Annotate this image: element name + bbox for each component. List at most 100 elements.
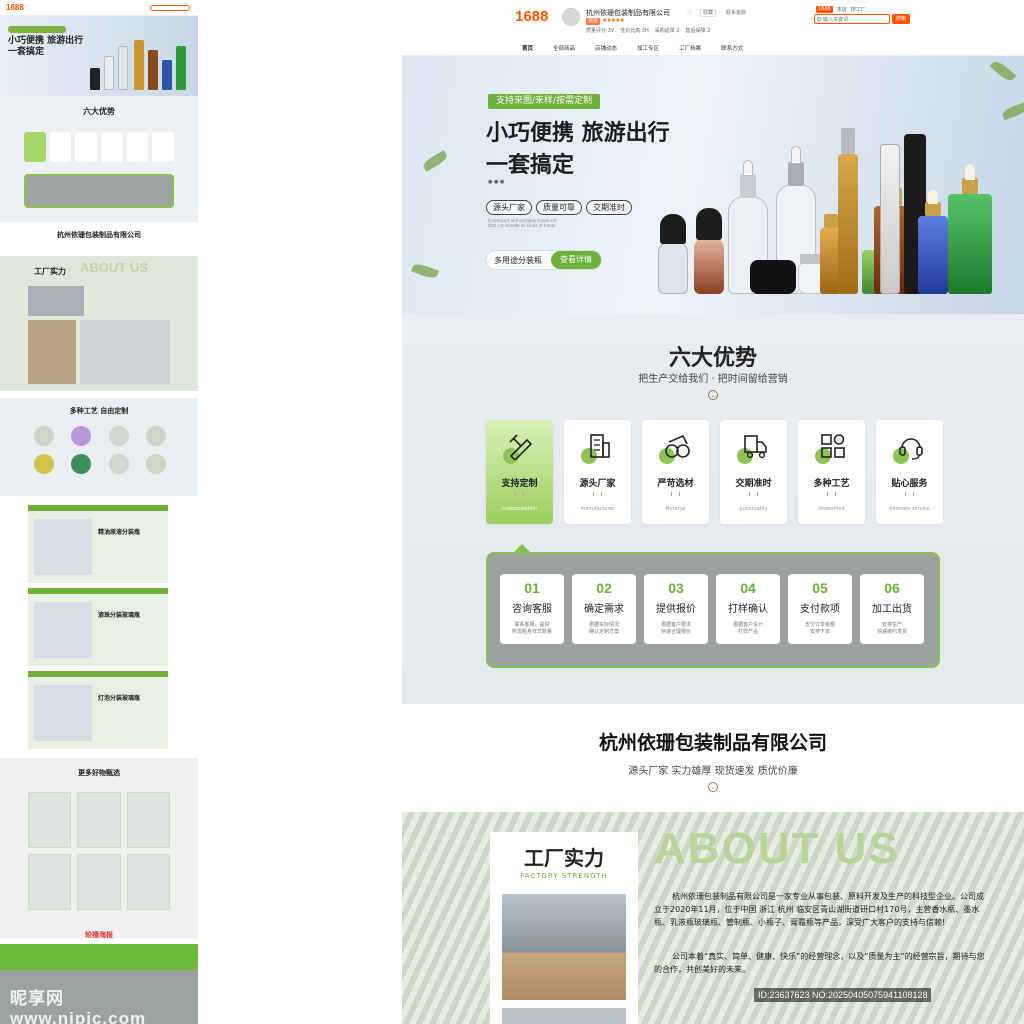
thumb-product-card: 灯泡分装玻璃瓶 xyxy=(28,671,168,749)
pill-delivery: 交期准时 xyxy=(586,200,632,215)
rolls-icon xyxy=(659,432,693,466)
thumb-advantages: 六大优势 xyxy=(0,96,198,222)
hero-dots: ● ● ● xyxy=(488,179,505,185)
shop-stats: 质量评分 3V 性价比高 3H 采购返单 2 售后保障 2 xyxy=(586,28,711,34)
thumb-factory: 工厂实力 ABOUT US xyxy=(0,256,198,391)
thumb-banner: 昵享网 www.nipic.com xyxy=(0,944,198,1024)
nav-processing[interactable]: 加工专区 xyxy=(637,44,659,52)
search-button[interactable]: 搜索 xyxy=(892,14,910,24)
thumb-search xyxy=(150,5,190,11)
chevron-down-icon: ⌄ xyxy=(708,390,718,400)
nav-home[interactable]: 首页 xyxy=(522,44,533,52)
shop-avatar[interactable] xyxy=(562,8,580,26)
hero-banner: 支持来图/来样/按需定制 小巧便携 旅游出行 一套搞定 ● ● ● 源头厂家 质… xyxy=(402,56,1024,314)
advantages-title: 六大优势 xyxy=(668,346,757,371)
advantage-card-manufacturer[interactable]: 源头厂家 manufacturer xyxy=(564,420,631,524)
thumbnail-overview: 1688 小巧便携 旅游出行 一套搞定 六大优势 杭州依珊包装制品有限公司 工厂… xyxy=(0,0,198,1024)
leaf-decoration xyxy=(1001,101,1024,121)
process-steps: 01 咨询客服 联系客服，提供 所需瓶身样式数量 02 确定需求 根据实际情况 确认… xyxy=(500,574,924,644)
tab-factory[interactable]: 搜工厂 xyxy=(851,6,866,13)
advantages-section: 六大优势 把生产交给我们 · 把时间留给营销 ⌄ 支持定制 customizat… xyxy=(402,314,1024,704)
thumb-steps xyxy=(24,174,174,208)
factory-panel: 工厂实力 FACTORY STRENGTH xyxy=(490,832,638,1024)
advantage-card-diversified[interactable]: 多种工艺 diversified xyxy=(798,420,865,524)
leaf-decoration xyxy=(411,261,439,281)
process-step: 01 咨询客服 联系客服，提供 所需瓶身样式数量 xyxy=(500,574,564,644)
thumb-poster-title: 轮播海报 xyxy=(85,931,113,939)
pencil-ruler-icon xyxy=(503,432,537,466)
process-step: 05 支付款项 支付订单金额 安排下单 xyxy=(788,574,852,644)
thumb-craft: 多种工艺 自由定制 xyxy=(0,398,198,496)
tab-1688[interactable]: 1688 xyxy=(816,6,833,13)
process-step: 06 加工出货 安排生产 快速按约发货 xyxy=(860,574,924,644)
advantage-card-punctuality[interactable]: 交期准时 punctuality xyxy=(720,420,787,524)
leaf-decoration xyxy=(421,150,449,172)
thumb-hero-tag xyxy=(8,26,66,33)
shop-name[interactable]: 杭州依珊包装制品有限公司 xyxy=(586,8,670,18)
grid-icon xyxy=(815,432,849,466)
site-logo[interactable]: 1688 xyxy=(515,8,548,25)
thumb-header: 1688 xyxy=(0,0,198,16)
advantage-card-customization[interactable]: 支持定制 customization xyxy=(486,420,553,524)
nav-all-products[interactable]: 全部商品 xyxy=(553,44,575,52)
favorite-button[interactable]: 收藏 xyxy=(700,9,717,17)
cta-label: 多用途分装瓶 xyxy=(494,256,542,265)
nav-shop-news[interactable]: 店铺动态 xyxy=(595,44,617,52)
hero-pills: 源头厂家 质量可靠 交期准时 xyxy=(486,200,632,215)
search-box xyxy=(814,14,890,24)
hero-cta[interactable]: 多用途分装瓶 查看详情 xyxy=(486,250,602,270)
thumb-hero-title: 小巧便携 旅游出行 一套搞定 xyxy=(8,36,84,57)
advantage-card-material[interactable]: 严苛选材 Material xyxy=(642,420,709,524)
building-icon xyxy=(581,432,615,466)
advantages-subtitle: 把生产交给我们 · 把时间留给营销 xyxy=(638,374,788,385)
factory-photo xyxy=(502,1008,626,1024)
factory-section: 工厂实力 FACTORY STRENGTH ABOUT US 杭州依珊包装制品有… xyxy=(402,812,1024,1024)
image-id-watermark: ID:23637623 NO:20250405075941108128 xyxy=(754,988,932,1002)
company-section: 杭州依珊包装制品有限公司 源头厂家 实力雄厚 现货速发 质优价廉 ⌄ xyxy=(402,704,1024,812)
steps-pointer xyxy=(514,544,530,552)
factory-title: 工厂实力 xyxy=(524,846,604,870)
page-root: 1688 小巧便携 旅游出行 一套搞定 六大优势 杭州依珊包装制品有限公司 工厂… xyxy=(0,0,1024,1024)
bottles-illustration xyxy=(652,86,1002,306)
process-step: 03 提供报价 根据客户要求 快速合理报价 xyxy=(644,574,708,644)
rating-stars: ★★★★★ xyxy=(602,17,625,24)
factory-intro: 杭州依珊包装制品有限公司是一家专业从事包装、原料开发及生产的科技型企业。公司成立… xyxy=(654,892,984,927)
process-steps-panel: 01 咨询客服 联系客服，提供 所需瓶身样式数量 02 确定需求 根据实际情况 确认… xyxy=(486,552,940,668)
nav-factory-profile[interactable]: 工厂档案 xyxy=(679,44,701,52)
trust-badge: 诚信 xyxy=(586,18,600,25)
advantage-card-service[interactable]: 贴心服务 Intimate service xyxy=(876,420,943,524)
main-page: 1688 杭州依珊包装制品有限公司 ♡ 收藏 联系客服 诚信 ★★★★★ 质量评… xyxy=(402,0,1024,1024)
contact-button[interactable]: 联系客服 xyxy=(726,9,746,17)
factory-subtitle: FACTORY STRENGTH xyxy=(520,872,608,880)
shop-header: 1688 杭州依珊包装制品有限公司 ♡ 收藏 联系客服 诚信 ★★★★★ 质量评… xyxy=(402,0,1024,56)
company-name: 杭州依珊包装制品有限公司 xyxy=(598,732,827,754)
search-icon xyxy=(817,17,821,21)
search-scope-tabs: 1688 本店 搜工厂 xyxy=(816,6,866,13)
pill-quality: 质量可靠 xyxy=(536,200,582,215)
truck-icon xyxy=(737,432,771,466)
about-us-heading: ABOUT US xyxy=(654,824,900,873)
heart-icon[interactable]: ♡ xyxy=(687,9,697,17)
pill-source-factory: 源头厂家 xyxy=(486,200,532,215)
factory-photo xyxy=(502,894,626,1000)
thumb-hero: 小巧便携 旅游出行 一套搞定 xyxy=(0,16,198,96)
thumb-bottles xyxy=(88,30,188,90)
leaf-decoration xyxy=(989,58,1017,84)
search-input[interactable] xyxy=(823,16,889,23)
thumb-product-card: 精油原液分装瓶 xyxy=(28,505,168,583)
thumb-more-products: 更多好物甄选 xyxy=(0,758,198,938)
headset-icon xyxy=(893,432,927,466)
hero-tag: 支持来图/来样/按需定制 xyxy=(488,94,601,109)
tab-this-shop[interactable]: 本店 xyxy=(837,6,847,13)
watermark-text: 昵享网 www.nipic.com xyxy=(10,989,147,1024)
thumb-adv-cards xyxy=(24,132,175,162)
view-details-button[interactable]: 查看详情 xyxy=(551,251,601,269)
thumb-logo: 1688 xyxy=(6,3,24,12)
factory-philosophy: 公司本着“真实、简单、健康、快乐”的经营理念，以及“质量为主”的经营宗旨，期待与… xyxy=(654,952,985,974)
thumb-product-card: 滚珠分装玻璃瓶 xyxy=(28,588,168,666)
company-slogan: 源头厂家 实力雄厚 现货速发 质优价廉 xyxy=(628,766,798,777)
shop-nav: 首页 全部商品 店铺动态 加工专区 工厂档案 联系方式 xyxy=(522,44,743,52)
nav-contact[interactable]: 联系方式 xyxy=(721,44,743,52)
hero-small-text: A compact and portable travel set that c… xyxy=(488,218,557,228)
process-step: 04 打样确认 根据客户设计 打样产品 xyxy=(716,574,780,644)
